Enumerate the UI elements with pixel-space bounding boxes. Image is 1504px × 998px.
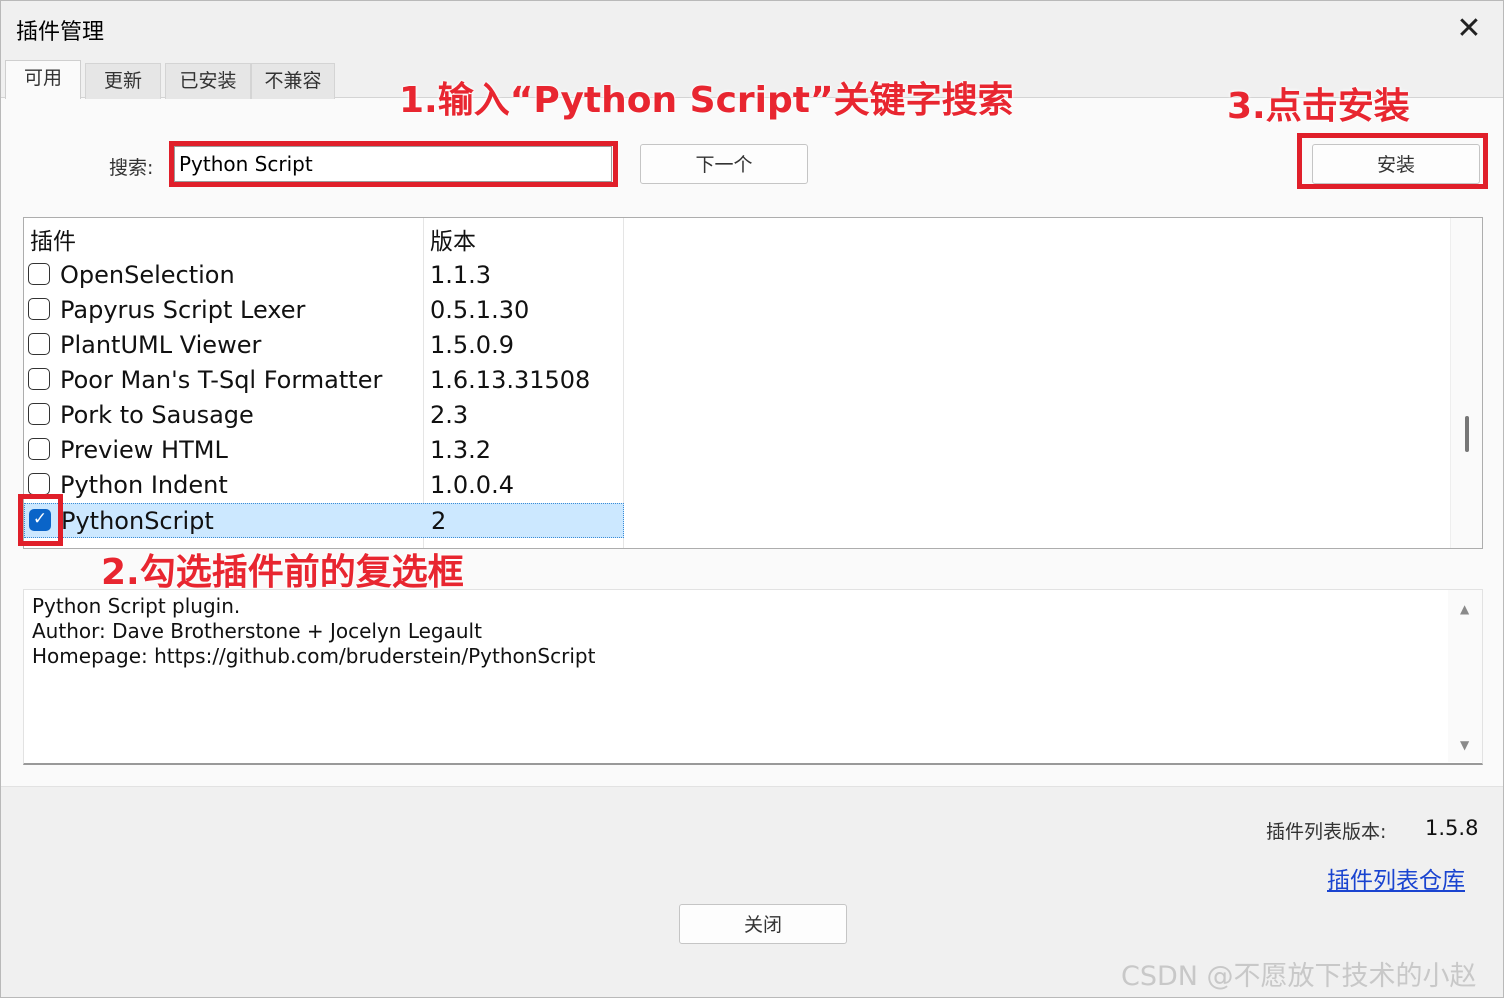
plugin-version: 1.0.0.4 bbox=[430, 471, 514, 499]
plugin-checkbox[interactable] bbox=[28, 403, 50, 425]
column-header-version[interactable]: 版本 bbox=[430, 222, 476, 256]
next-button[interactable]: 下一个 bbox=[640, 144, 808, 184]
list-version-label: 插件列表版本: bbox=[1266, 821, 1387, 843]
list-version-value: 1.5.8 bbox=[1425, 816, 1479, 840]
plugin-description: Python Script plugin. Author: Dave Broth… bbox=[23, 589, 1483, 765]
close-button[interactable]: 关闭 bbox=[679, 904, 847, 944]
plugin-name: Python Indent bbox=[60, 471, 228, 499]
plugin-version: 1.6.13.31508 bbox=[430, 366, 591, 394]
search-label: 搜索: bbox=[109, 157, 154, 179]
plugin-checkbox[interactable] bbox=[28, 333, 50, 355]
plugin-name: PythonScript bbox=[61, 507, 214, 535]
plugin-version: 0.5.1.30 bbox=[430, 296, 530, 324]
scrollbar-thumb[interactable] bbox=[1465, 416, 1469, 452]
tab-available[interactable]: 可用 bbox=[5, 60, 81, 99]
plugin-manager-window: 插件管理 ✕ 可用 更新 已安装 不兼容 搜索: 下一个 安装 1.输入“Pyt… bbox=[0, 0, 1504, 998]
plugin-checkbox[interactable] bbox=[28, 473, 50, 495]
description-line: Python Script plugin. bbox=[32, 594, 241, 618]
tab-installed[interactable]: 已安装 bbox=[165, 63, 251, 99]
list-item[interactable]: Preview HTML 1.3.2 bbox=[24, 433, 624, 468]
plugin-name: Poor Man's T-Sql Formatter bbox=[60, 366, 383, 394]
plugin-version: 1.3.2 bbox=[430, 436, 492, 464]
annotation-step1: 1.输入“Python Script”关键字搜索 bbox=[399, 80, 1014, 121]
list-item-selected[interactable]: ✓ PythonScript 2 bbox=[24, 503, 624, 538]
plugin-name: Pork to Sausage bbox=[60, 401, 254, 429]
annotation-highlight-install bbox=[1297, 133, 1488, 189]
plugin-version: 2.3 bbox=[430, 401, 469, 429]
list-item[interactable]: Poor Man's T-Sql Formatter 1.6.13.31508 bbox=[24, 363, 624, 398]
plugin-version: 2 bbox=[431, 507, 447, 535]
tab-incompatible[interactable]: 不兼容 bbox=[251, 63, 335, 99]
plugin-version: 1.5.0.9 bbox=[430, 331, 514, 359]
plugin-name: OpenSelection bbox=[60, 261, 235, 289]
list-item[interactable]: Papyrus Script Lexer 0.5.1.30 bbox=[24, 293, 624, 328]
description-line: Author: Dave Brotherstone + Jocelyn Lega… bbox=[32, 619, 482, 643]
list-item[interactable]: PlantUML Viewer 1.5.0.9 bbox=[24, 328, 624, 363]
description-line: Homepage: https://github.com/bruderstein… bbox=[32, 644, 596, 668]
annotation-step3: 3.点击安装 bbox=[1227, 86, 1410, 127]
plugin-version: 1.1.3 bbox=[430, 261, 492, 289]
plugin-checkbox[interactable] bbox=[28, 368, 50, 390]
watermark: CSDN @不愿放下技术的小赵 bbox=[1121, 961, 1477, 992]
annotation-highlight-search bbox=[169, 141, 618, 187]
plugin-list: 插件 版本 OpenSelection 1.1.3 Papyrus Script… bbox=[23, 217, 1483, 549]
title-bar: 插件管理 ✕ bbox=[1, 1, 1503, 57]
scroll-down-icon[interactable]: ▼ bbox=[1460, 738, 1469, 752]
scroll-up-icon[interactable]: ▲ bbox=[1460, 602, 1469, 616]
list-scrollbar[interactable] bbox=[1450, 218, 1482, 548]
close-icon[interactable]: ✕ bbox=[1447, 9, 1491, 49]
list-item[interactable]: Python Indent 1.0.0.4 bbox=[24, 468, 624, 503]
window-title: 插件管理 bbox=[16, 20, 105, 45]
list-item[interactable]: Pork to Sausage 2.3 bbox=[24, 398, 624, 433]
plugin-list-repo-link[interactable]: 插件列表仓库 bbox=[1327, 861, 1465, 895]
description-scrollbar[interactable]: ▲ ▼ bbox=[1448, 590, 1482, 762]
plugin-checkbox[interactable] bbox=[28, 438, 50, 460]
plugin-name: PlantUML Viewer bbox=[60, 331, 262, 359]
annotation-step2: 2.勾选插件前的复选框 bbox=[101, 552, 464, 593]
plugin-checkbox[interactable] bbox=[28, 263, 50, 285]
plugin-name: Papyrus Script Lexer bbox=[60, 296, 306, 324]
column-header-plugin[interactable]: 插件 bbox=[30, 222, 76, 256]
plugin-checkbox[interactable] bbox=[28, 298, 50, 320]
plugin-name: Preview HTML bbox=[60, 436, 228, 464]
list-item[interactable]: OpenSelection 1.1.3 bbox=[24, 258, 624, 293]
annotation-highlight-checkbox bbox=[18, 494, 63, 546]
tab-updates[interactable]: 更新 bbox=[85, 63, 161, 99]
